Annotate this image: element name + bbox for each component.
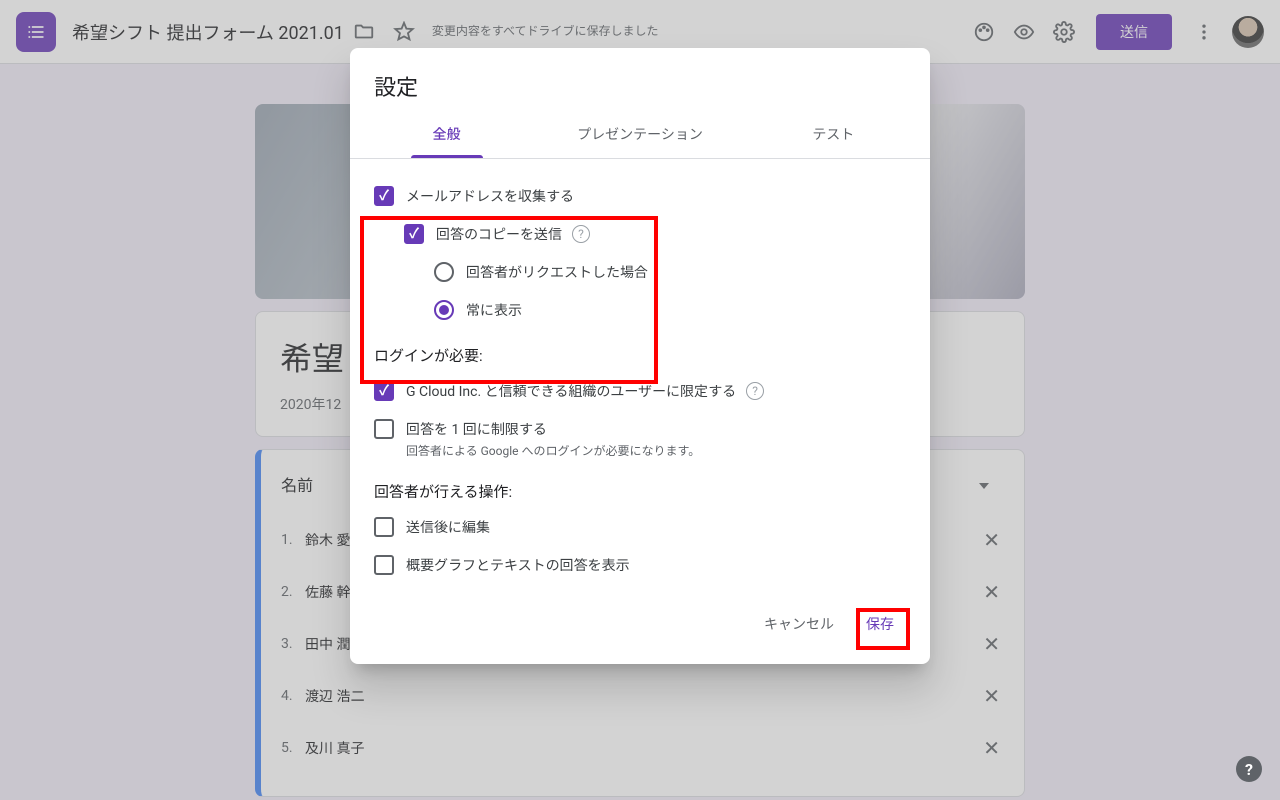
dialog-tabs: 全般 プレゼンテーション テスト [350,110,930,159]
tab-presentation[interactable]: プレゼンテーション [543,110,736,158]
settings-dialog: 設定 全般 プレゼンテーション テスト メールアドレスを収集する 回答のコピーを… [350,48,930,664]
checkbox-checked-icon[interactable] [374,186,394,206]
opt-show-summary[interactable]: 概要グラフとテキストの回答を表示 [374,546,906,584]
checkbox-checked-icon[interactable] [374,381,394,401]
opt-send-copy[interactable]: 回答のコピーを送信 ? [374,215,906,253]
opt-collect-email[interactable]: メールアドレスを収集する [374,177,906,215]
help-fab[interactable]: ? [1236,756,1262,782]
checkbox-checked-icon[interactable] [404,224,424,244]
help-icon[interactable]: ? [572,225,590,243]
opt-always[interactable]: 常に表示 [374,291,906,329]
cancel-button[interactable]: キャンセル [752,606,846,642]
checkbox-unchecked-icon[interactable] [374,555,394,575]
tab-test[interactable]: テスト [737,110,930,158]
save-button[interactable]: 保存 [854,606,906,642]
limit-one-subtext: 回答者による Google へのログインが必要になります。 [406,442,906,465]
dialog-title: 設定 [350,48,930,110]
checkbox-unchecked-icon[interactable] [374,517,394,537]
login-heading: ログインが必要: [374,329,906,372]
radio-checked-icon[interactable] [434,300,454,320]
tab-general[interactable]: 全般 [350,110,543,158]
respondent-heading: 回答者が行える操作: [374,465,906,508]
help-icon[interactable]: ? [746,382,764,400]
checkbox-unchecked-icon[interactable] [374,419,394,439]
opt-on-request[interactable]: 回答者がリクエストした場合 [374,253,906,291]
radio-unchecked-icon[interactable] [434,262,454,282]
opt-restrict-org[interactable]: G Cloud Inc. と信頼できる組織のユーザーに限定する ? [374,372,906,410]
opt-edit-after[interactable]: 送信後に編集 [374,508,906,546]
